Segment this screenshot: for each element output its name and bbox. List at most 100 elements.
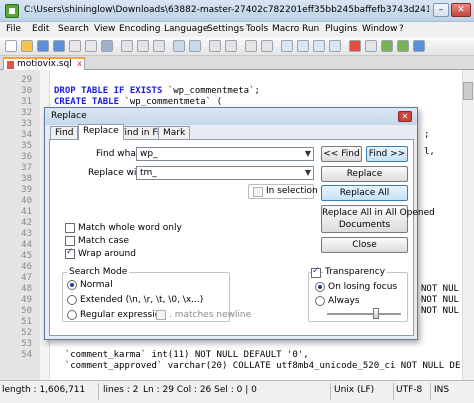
status-encoding[interactable]: UTF-8 (396, 385, 422, 395)
find-what-value: wp_ (140, 149, 158, 159)
sync-scroll-icon[interactable] (281, 40, 293, 52)
doc-tab-close-icon[interactable]: x (77, 59, 82, 68)
dialog-close-icon[interactable]: ✕ (398, 111, 412, 122)
stop-macro-icon[interactable] (365, 40, 377, 52)
line-number: 43 (21, 229, 32, 239)
match-case-checkbox[interactable] (65, 236, 75, 246)
line-number: 40 (21, 196, 32, 206)
copy-icon[interactable] (137, 40, 149, 52)
save-icon[interactable] (37, 40, 49, 52)
show-all-chars-icon[interactable] (313, 40, 325, 52)
menu-language[interactable]: Language (164, 24, 208, 34)
doc-tab-motiovix[interactable]: motiovix.sql x (3, 57, 85, 70)
search-mode-normal-radio[interactable] (67, 280, 77, 290)
find-icon[interactable] (209, 40, 221, 52)
menu-help[interactable]: ? (399, 24, 404, 34)
run-macro-multiple-icon[interactable] (397, 40, 409, 52)
window-title: C:\Users\shininglow\Downloads\63882-mast… (24, 5, 429, 15)
matches-newline-checkbox[interactable] (156, 310, 166, 320)
close-button[interactable]: Close (321, 237, 408, 253)
menu-encoding[interactable]: Encoding (119, 24, 160, 34)
status-eol[interactable]: Unix (LF) (334, 385, 374, 395)
code-fragment: NOT NUL (421, 295, 459, 305)
menu-view[interactable]: View (94, 24, 115, 34)
replace-icon[interactable] (225, 40, 237, 52)
doc-tab-label: motiovix.sql (17, 59, 72, 69)
status-position: Ln : 29 Col : 26 Sel : 0 | 0 (143, 385, 257, 395)
play-macro-icon[interactable] (381, 40, 393, 52)
line-number: 31 (21, 97, 32, 107)
search-mode-extended-label: Extended (\n, \r, \t, \0, \x...) (80, 295, 204, 305)
code-fragment: NOT NUL (421, 306, 459, 316)
close-all-icon[interactable] (85, 40, 97, 52)
new-file-icon[interactable] (5, 40, 17, 52)
close-file-icon[interactable] (69, 40, 81, 52)
indent-guide-icon[interactable] (329, 40, 341, 52)
line-number: 44 (21, 240, 32, 250)
scrollbar-thumb[interactable] (463, 82, 473, 100)
zoom-out-icon[interactable] (261, 40, 273, 52)
find-what-input[interactable]: wp_ ▼ (136, 147, 314, 161)
line-number: 38 (21, 174, 32, 184)
in-selection-box: In selection (248, 184, 318, 199)
transparency-slider-thumb[interactable] (373, 308, 379, 319)
find-previous-button[interactable]: << Find (321, 146, 362, 162)
always-radio[interactable] (315, 296, 325, 306)
tab-mark[interactable]: Mark (158, 126, 191, 139)
paste-icon[interactable] (153, 40, 165, 52)
tab-replace[interactable]: Replace (78, 124, 124, 140)
vertical-scrollbar[interactable] (462, 70, 474, 380)
cut-icon[interactable] (121, 40, 133, 52)
zoom-in-icon[interactable] (245, 40, 257, 52)
search-mode-regex-radio[interactable] (67, 310, 77, 320)
match-whole-word-checkbox[interactable] (65, 223, 75, 233)
print-icon[interactable] (101, 40, 113, 52)
search-mode-regex-label: Regular expression (80, 310, 166, 320)
wrap-around-checkbox[interactable] (65, 247, 75, 259)
search-mode-normal-label: Normal (80, 280, 113, 290)
menu-macro[interactable]: Macro (272, 24, 299, 34)
tab-find[interactable]: Find (50, 126, 79, 139)
chevron-down-icon[interactable]: ▼ (305, 167, 311, 179)
line-number: 32 (21, 108, 32, 118)
menu-search[interactable]: Search (58, 24, 89, 34)
find-next-button[interactable]: Find >> (366, 146, 408, 162)
menu-tools[interactable]: Tools (246, 24, 268, 34)
matches-newline-label: . matches newline (169, 310, 252, 320)
line-number: 39 (21, 185, 32, 195)
minimize-button[interactable]: – (433, 3, 449, 17)
search-mode-extended-radio[interactable] (67, 295, 77, 305)
on-losing-focus-radio[interactable] (315, 282, 325, 292)
word-wrap-icon[interactable] (297, 40, 309, 52)
line-number: 36 (21, 152, 32, 162)
status-insert-mode[interactable]: INS (434, 385, 449, 395)
undo-icon[interactable] (173, 40, 185, 52)
line-number: 37 (21, 163, 32, 173)
close-window-button[interactable]: ✕ (451, 3, 471, 17)
menu-plugins[interactable]: Plugins (325, 24, 357, 34)
open-file-icon[interactable] (21, 40, 33, 52)
save-macro-icon[interactable] (413, 40, 425, 52)
replace-all-button[interactable]: Replace All (321, 185, 408, 201)
replace-button[interactable]: Replace (321, 166, 408, 182)
menu-edit[interactable]: Edit (32, 24, 49, 34)
replace-with-input[interactable]: tm_ ▼ (136, 166, 314, 180)
in-selection-label: In selection (266, 186, 318, 196)
record-macro-icon[interactable] (349, 40, 361, 52)
menu-window[interactable]: Window (362, 24, 398, 34)
chevron-down-icon[interactable]: ▼ (305, 148, 311, 160)
menu-settings[interactable]: Settings (207, 24, 244, 34)
line-number: 50 (21, 306, 32, 316)
menu-file[interactable]: File (6, 24, 21, 34)
code-line-30: DROP TABLE IF EXISTS `wp_commentmeta`; (54, 86, 260, 96)
line-number: 45 (21, 251, 32, 261)
save-all-icon[interactable] (53, 40, 65, 52)
title-bar: C:\Users\shininglow\Downloads\63882-mast… (0, 0, 474, 22)
replace-all-open-docs-button[interactable]: Replace All in All Opened Documents (321, 205, 435, 233)
redo-icon[interactable] (189, 40, 201, 52)
in-selection-checkbox[interactable] (253, 187, 263, 197)
menu-run[interactable]: Run (302, 24, 319, 34)
transparency-slider-track[interactable] (327, 313, 401, 315)
dialog-title-bar[interactable]: Replace ✕ (45, 108, 417, 125)
transparency-checkbox[interactable] (311, 266, 321, 278)
